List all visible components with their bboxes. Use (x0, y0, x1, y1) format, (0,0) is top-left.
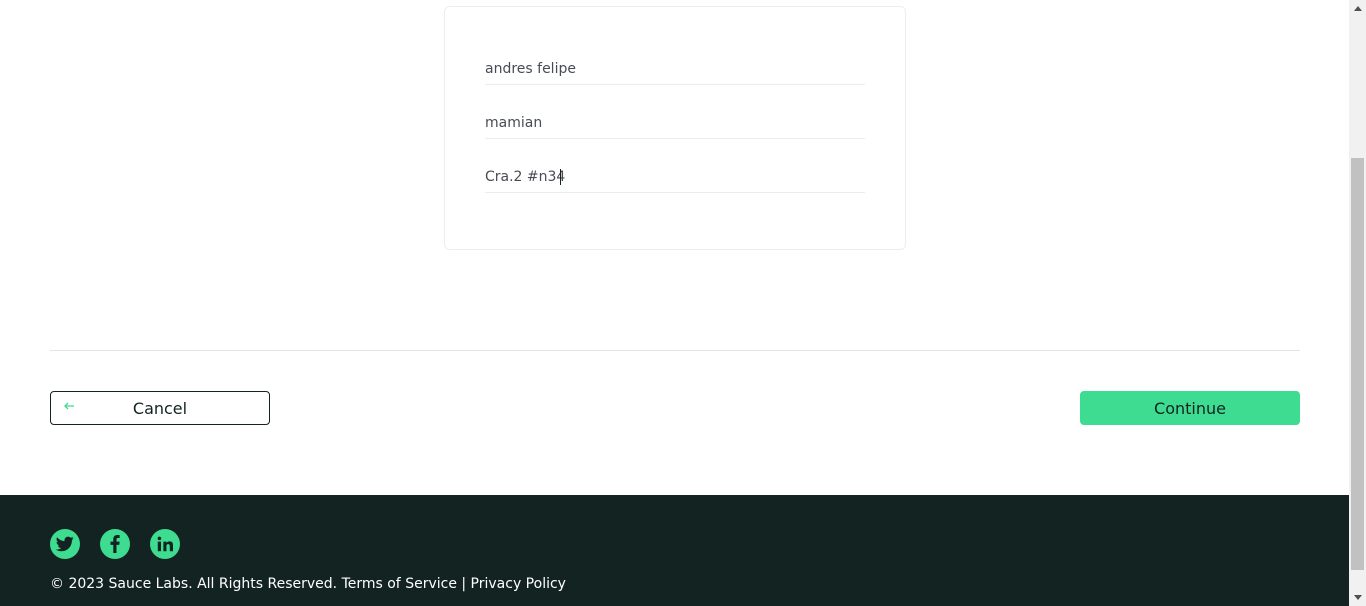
text-caret (560, 169, 561, 185)
back-arrow-icon (63, 400, 77, 416)
linkedin-icon (157, 536, 173, 552)
first-name-input[interactable] (485, 55, 865, 83)
linkedin-link[interactable] (150, 529, 180, 559)
scroll-up-arrow-icon[interactable] (1349, 0, 1366, 17)
checkout-info-form (444, 6, 906, 250)
scrollbar-thumb[interactable] (1351, 158, 1364, 570)
vertical-scrollbar[interactable] (1349, 0, 1366, 606)
postal-code-input[interactable] (485, 163, 865, 191)
twitter-link[interactable] (50, 529, 80, 559)
footer: © 2023 Sauce Labs. All Rights Reserved. … (0, 495, 1349, 606)
continue-button-label: Continue (1154, 398, 1226, 418)
facebook-icon (110, 535, 120, 553)
first-name-field[interactable] (485, 55, 865, 85)
cancel-button[interactable]: Cancel (50, 391, 270, 425)
divider (50, 350, 1300, 351)
facebook-link[interactable] (100, 529, 130, 559)
copyright-text: © 2023 Sauce Labs. All Rights Reserved. … (50, 576, 566, 592)
checkout-page: Cancel Continue © 2023 Sauce Labs. All R… (0, 0, 1349, 606)
continue-button[interactable]: Continue (1080, 391, 1300, 425)
cancel-button-label: Cancel (132, 398, 188, 418)
postal-code-field[interactable] (485, 163, 865, 193)
last-name-input[interactable] (485, 109, 865, 137)
twitter-icon (56, 536, 74, 552)
scroll-down-arrow-icon[interactable] (1349, 589, 1366, 606)
last-name-field[interactable] (485, 109, 865, 139)
